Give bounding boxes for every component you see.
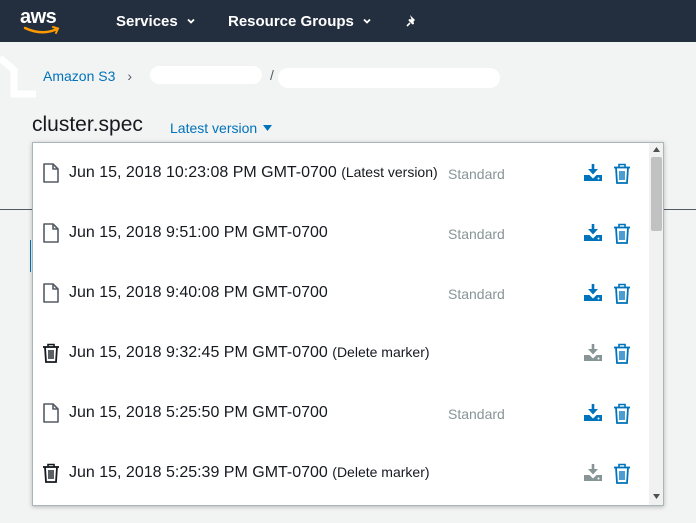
chevron-down-icon <box>187 18 195 24</box>
services-menu-label: Services <box>116 12 178 30</box>
version-row-text: Jun 15, 2018 10:23:08 PM GMT-0700 (Lates… <box>69 164 438 182</box>
version-dropdown-label: Latest version <box>170 120 258 136</box>
storage-class: Standard <box>448 406 505 422</box>
download-icon[interactable] <box>583 283 603 303</box>
file-icon <box>43 283 59 303</box>
version-row-text: Jun 15, 2018 9:51:00 PM GMT-0700 <box>69 224 328 242</box>
version-note: (Delete marker) <box>332 344 430 360</box>
caret-down-icon <box>263 125 273 131</box>
file-icon <box>43 223 59 243</box>
version-dropdown-toggle[interactable]: Latest version <box>170 120 273 136</box>
aws-logo[interactable]: aws <box>20 4 64 38</box>
version-date: Jun 15, 2018 9:40:08 PM GMT-0700 <box>69 284 328 301</box>
pin-icon[interactable] <box>404 13 420 29</box>
services-menu[interactable]: Services <box>116 0 196 42</box>
aws-smile-icon <box>23 26 60 34</box>
redacted-bucket-name <box>150 66 262 84</box>
download-icon <box>584 464 602 481</box>
version-row[interactable]: Jun 15, 2018 5:25:39 PM GMT-0700 (Delete… <box>33 443 649 503</box>
storage-class: Standard <box>448 226 505 242</box>
delete-icon[interactable] <box>613 403 631 424</box>
page-title: cluster.spec <box>32 113 143 136</box>
download-icon[interactable] <box>583 163 603 183</box>
breadcrumb-amazon-s3-link[interactable]: Amazon S3 <box>43 68 115 84</box>
file-icon <box>43 403 59 423</box>
version-date: Jun 15, 2018 5:25:39 PM GMT-0700 <box>69 464 328 481</box>
resource-groups-menu-label: Resource Groups <box>228 12 354 30</box>
download-icon[interactable] <box>583 223 603 243</box>
background-graphic-icon <box>0 55 36 98</box>
breadcrumb-chevron-icon: › <box>127 68 133 84</box>
breadcrumb-separator: / <box>270 67 274 83</box>
dropdown-scrollbar[interactable] <box>649 143 663 505</box>
version-row[interactable]: Jun 15, 2018 9:40:08 PM GMT-0700 Standar… <box>33 263 649 323</box>
version-date: Jun 15, 2018 5:25:50 PM GMT-0700 <box>69 404 328 421</box>
delete-icon[interactable] <box>613 463 631 484</box>
top-navigation-bar: aws Services Resource Groups <box>0 0 696 42</box>
version-date: Jun 15, 2018 10:23:08 PM GMT-0700 <box>69 164 337 181</box>
breadcrumb: Amazon S3 › <box>43 67 144 85</box>
version-note: (Delete marker) <box>332 464 430 480</box>
version-row-text: Jun 15, 2018 9:40:08 PM GMT-0700 <box>69 284 328 302</box>
delete-icon[interactable] <box>613 283 631 304</box>
version-row-text: Jun 15, 2018 5:25:39 PM GMT-0700 (Delete… <box>69 464 430 482</box>
download-icon <box>584 344 602 361</box>
scrollbar-thumb[interactable] <box>651 157 662 231</box>
download-icon[interactable] <box>583 403 603 423</box>
scroll-up-arrow-icon[interactable] <box>653 147 660 152</box>
version-row-text: Jun 15, 2018 9:32:45 PM GMT-0700 (Delete… <box>69 344 430 362</box>
delete-marker-icon <box>43 463 59 483</box>
version-dropdown-list: Jun 15, 2018 5:25:39 PM GMT-0700 (Delete… <box>32 142 664 506</box>
version-row[interactable]: Jun 15, 2018 9:32:45 PM GMT-0700 (Delete… <box>33 323 649 383</box>
scroll-down-arrow-icon[interactable] <box>653 494 660 499</box>
delete-marker-icon <box>43 343 59 363</box>
version-row[interactable]: Jun 15, 2018 5:25:50 PM GMT-0700 Standar… <box>33 383 649 443</box>
delete-icon[interactable] <box>613 163 631 184</box>
file-icon <box>43 163 59 183</box>
chevron-down-icon <box>363 18 371 24</box>
delete-icon[interactable] <box>613 223 631 244</box>
version-date: Jun 15, 2018 9:32:45 PM GMT-0700 <box>69 344 328 361</box>
resource-groups-menu[interactable]: Resource Groups <box>228 0 372 42</box>
redacted-object-path <box>278 68 500 88</box>
version-note: (Latest version) <box>341 164 438 180</box>
version-row[interactable]: Jun 15, 2018 9:51:00 PM GMT-0700 Standar… <box>33 203 649 263</box>
storage-class: Standard <box>448 286 505 302</box>
version-date: Jun 15, 2018 9:51:00 PM GMT-0700 <box>69 224 328 241</box>
version-row-text: Jun 15, 2018 5:25:50 PM GMT-0700 <box>69 404 328 422</box>
delete-icon[interactable] <box>613 343 631 364</box>
storage-class: Standard <box>448 166 505 182</box>
version-row[interactable]: Jun 15, 2018 10:23:08 PM GMT-0700 (Lates… <box>33 143 649 203</box>
